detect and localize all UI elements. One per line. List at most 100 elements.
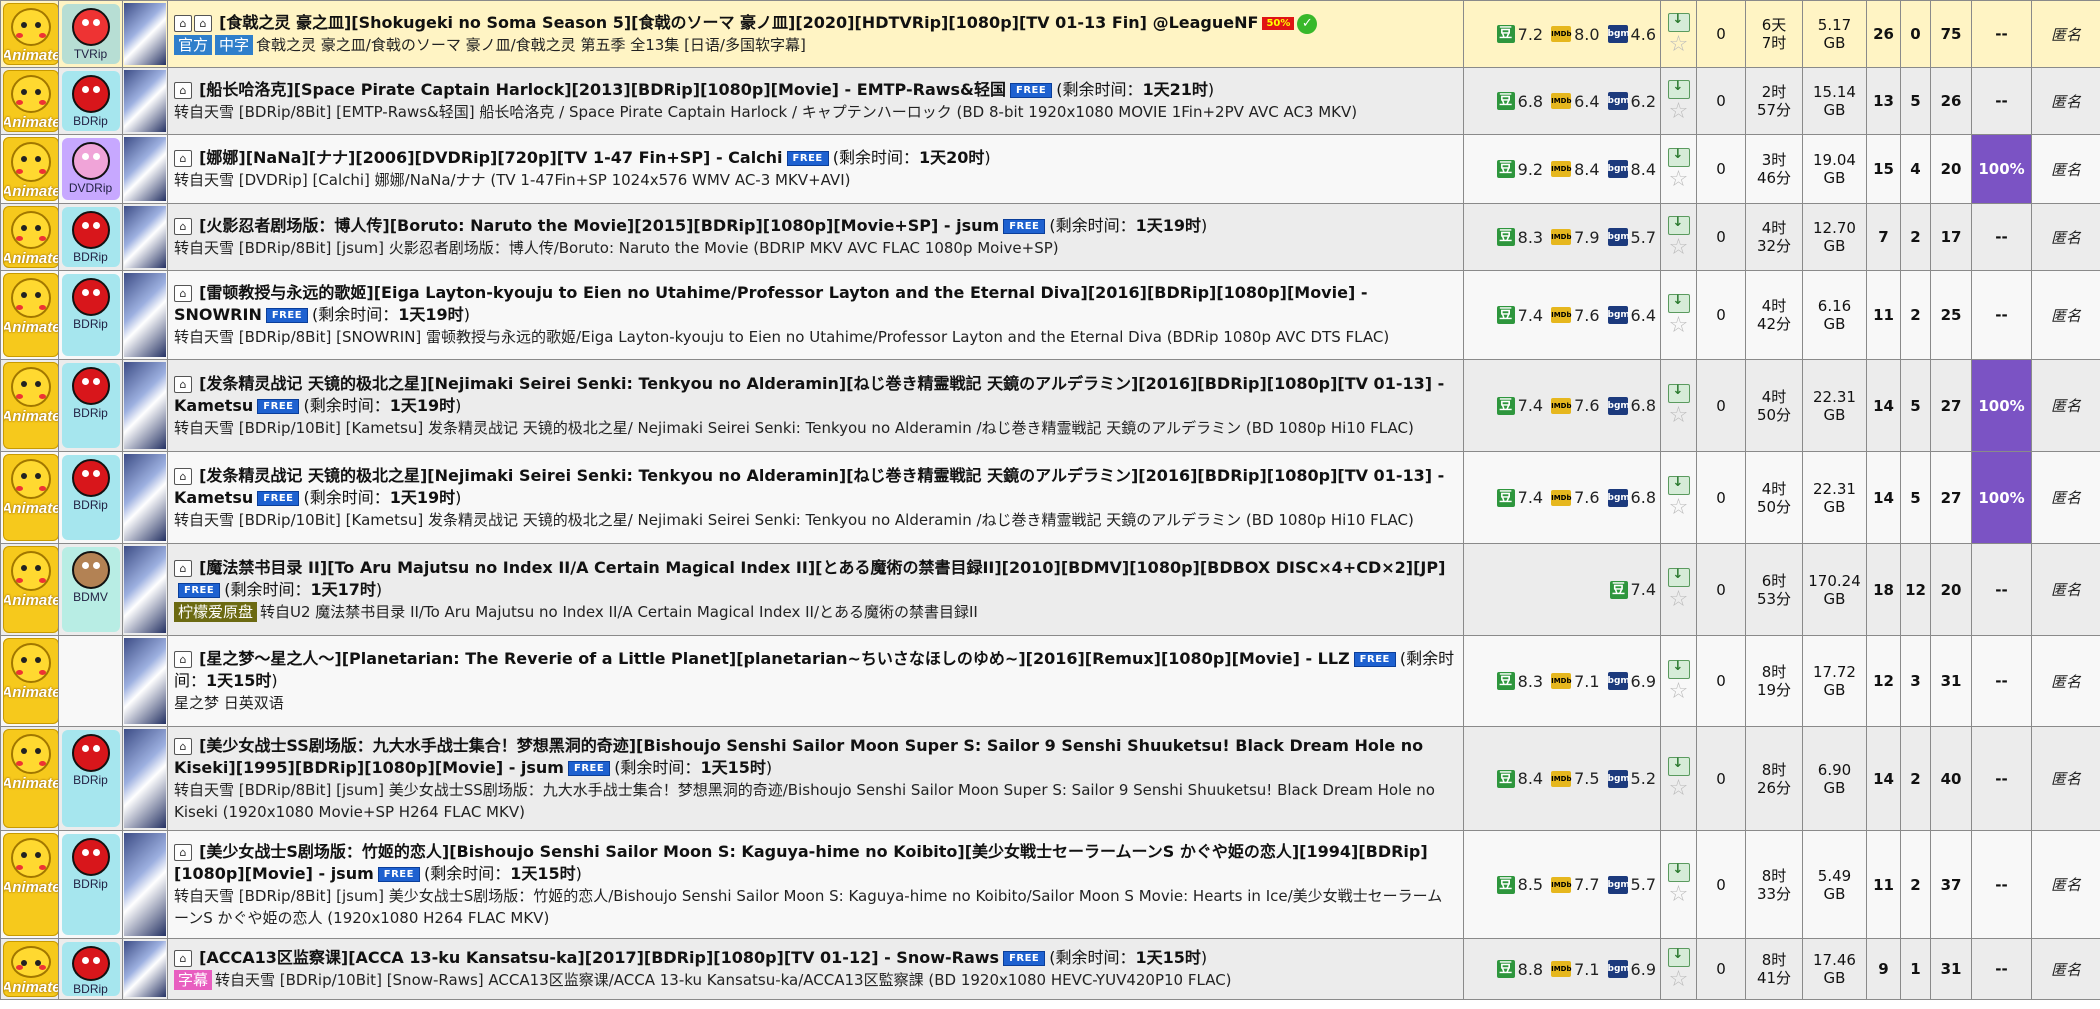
bookmark-star-icon[interactable]: ☆	[1662, 314, 1696, 337]
source-badge[interactable]: BDRip	[61, 730, 120, 827]
douban-rating[interactable]: 豆 8.3	[1496, 228, 1543, 247]
category-badge[interactable]: Animate	[3, 70, 58, 132]
imdb-rating[interactable]: IMDb 7.9	[1551, 228, 1600, 247]
table-row[interactable]: Animate BDRip ⌂ [ACCA13区监察课][ACCA 13-ku …	[0, 938, 2100, 1000]
category-cell[interactable]: Animate	[0, 270, 59, 360]
seeders-count[interactable]: 14	[1866, 359, 1901, 452]
comments-count[interactable]: 0	[1696, 270, 1746, 360]
seeders-count[interactable]: 13	[1866, 67, 1901, 135]
category-badge[interactable]: Animate	[3, 362, 58, 449]
source-badge[interactable]: BDMV	[61, 547, 120, 632]
download-icon[interactable]	[1667, 383, 1690, 403]
completed-count[interactable]: 17	[1930, 203, 1972, 271]
seeders-count[interactable]: 26	[1866, 0, 1901, 68]
table-row[interactable]: Animate BDRip ⌂ [火影忍者剧场版：博人传][Boruto: Na…	[0, 203, 2100, 271]
home-icon[interactable]: ⌂	[174, 82, 192, 99]
category-badge[interactable]: Animate	[3, 546, 58, 633]
bookmark-star-icon[interactable]: ☆	[1662, 884, 1696, 906]
leechers-count[interactable]: 2	[1900, 726, 1931, 831]
table-row[interactable]: Animate BDRip ⌂ [发条精灵战记 天镜的极北之星][Nejimak…	[0, 451, 2100, 544]
category-cell[interactable]: Animate	[0, 726, 59, 831]
category-badge[interactable]: Animate	[3, 729, 58, 828]
poster-thumbnail[interactable]	[124, 3, 166, 65]
leechers-count[interactable]: 12	[1900, 543, 1931, 636]
comments-count[interactable]: 0	[1696, 451, 1746, 544]
torrent-title-link[interactable]: [娜娜][NaNa][ナナ][2006][DVDRip][720p][TV 1-…	[199, 148, 782, 167]
completed-count[interactable]: 37	[1930, 830, 1972, 939]
category-badge[interactable]: Animate	[3, 273, 58, 357]
bookmark-star-icon[interactable]: ☆	[1662, 405, 1696, 427]
comments-count[interactable]: 0	[1696, 830, 1746, 939]
source-badge[interactable]: BDRip	[61, 455, 120, 540]
bookmark-star-icon[interactable]: ☆	[1662, 168, 1696, 191]
bangumi-rating[interactable]: bgm 6.4	[1607, 306, 1656, 325]
poster-thumbnail[interactable]	[124, 70, 166, 132]
bangumi-rating[interactable]: bgm 5.2	[1607, 769, 1656, 788]
table-row[interactable]: Animate BDRip ⌂ [雷顿教授与永远的歌姬][Eiga Layton…	[0, 270, 2100, 360]
home-icon[interactable]: ⌂	[174, 737, 192, 755]
home-icon[interactable]: ⌂	[174, 467, 192, 485]
completed-count[interactable]: 20	[1930, 543, 1972, 636]
comments-count[interactable]: 0	[1696, 938, 1746, 1000]
comments-count[interactable]: 0	[1696, 203, 1746, 271]
download-icon[interactable]	[1667, 79, 1690, 99]
leechers-count[interactable]: 5	[1900, 67, 1931, 135]
poster-thumbnail[interactable]	[124, 638, 166, 724]
table-row[interactable]: Animate BDRip ⌂ [美少女战士SS剧场版：九大水手战士集合！梦想黑…	[0, 726, 2100, 831]
seeders-count[interactable]: 11	[1866, 830, 1901, 939]
bangumi-rating[interactable]: bgm 6.8	[1607, 488, 1656, 507]
leechers-count[interactable]: 0	[1900, 0, 1931, 68]
download-icon[interactable]	[1667, 147, 1690, 167]
source-badge[interactable]: BDRip	[61, 834, 120, 935]
poster-thumbnail[interactable]	[124, 206, 166, 268]
category-badge[interactable]: Animate	[3, 206, 58, 268]
comments-count[interactable]: 0	[1696, 0, 1746, 68]
douban-rating[interactable]: 豆 7.4	[1496, 306, 1543, 325]
table-row[interactable]: Animate BDRip ⌂ [船长哈洛克][Space Pirate Cap…	[0, 67, 2100, 135]
category-cell[interactable]: Animate	[0, 67, 59, 135]
table-row[interactable]: Animate BDMV ⌂ [魔法禁书目录 II][To Aru Majuts…	[0, 543, 2100, 636]
completed-count[interactable]: 26	[1930, 67, 1972, 135]
torrent-title-link[interactable]: [魔法禁书目录 II][To Aru Majutsu no Index II/A…	[199, 558, 1445, 577]
comments-count[interactable]: 0	[1696, 134, 1746, 204]
bookmark-star-icon[interactable]: ☆	[1662, 968, 1696, 991]
category-cell[interactable]: Animate	[0, 203, 59, 271]
douban-rating[interactable]: 豆 7.4	[1609, 580, 1656, 599]
home-icon[interactable]: ⌂	[174, 285, 192, 302]
download-icon[interactable]	[1667, 659, 1690, 679]
source-badge[interactable]: BDRip	[61, 363, 120, 448]
bookmark-star-icon[interactable]: ☆	[1662, 778, 1696, 800]
leechers-count[interactable]: 1	[1900, 938, 1931, 1000]
seeders-count[interactable]: 15	[1866, 134, 1901, 204]
torrent-title-link[interactable]: [美少女战士SS剧场版：九大水手战士集合！梦想黑洞的奇迹][Bishoujo S…	[174, 736, 1423, 777]
bangumi-rating[interactable]: bgm 5.7	[1607, 228, 1656, 247]
imdb-rating[interactable]: IMDb 8.4	[1551, 160, 1600, 179]
poster-thumbnail[interactable]	[124, 546, 166, 633]
category-cell[interactable]: Animate	[0, 830, 59, 939]
torrent-title-link[interactable]: [星之梦～星之人～][Planetarian: The Reverie of a…	[199, 649, 1350, 668]
douban-rating[interactable]: 豆 9.2	[1496, 160, 1543, 179]
home-icon[interactable]: ⌂	[174, 843, 192, 861]
poster-thumbnail[interactable]	[124, 941, 166, 997]
douban-rating[interactable]: 豆 7.2	[1496, 25, 1543, 44]
bookmark-star-icon[interactable]: ☆	[1662, 33, 1696, 56]
table-row[interactable]: Animate DVDRip ⌂ [娜娜][NaNa][ナナ][2006][DV…	[0, 134, 2100, 204]
home-icon[interactable]: ⌂	[174, 150, 192, 167]
category-badge[interactable]: Animate	[3, 833, 58, 936]
torrent-title-link[interactable]: [船长哈洛克][Space Pirate Captain Harlock][20…	[199, 80, 1006, 99]
completed-count[interactable]: 20	[1930, 134, 1972, 204]
leechers-count[interactable]: 4	[1900, 134, 1931, 204]
table-row[interactable]: Animate ⌂ [星之梦～星之人～][Planetarian: The Re…	[0, 635, 2100, 727]
completed-count[interactable]: 27	[1930, 451, 1972, 544]
poster-thumbnail[interactable]	[124, 454, 166, 541]
poster-thumbnail[interactable]	[124, 137, 166, 201]
seeders-count[interactable]: 12	[1866, 635, 1901, 727]
home-icon[interactable]: ⌂	[174, 375, 192, 393]
poster-thumbnail[interactable]	[124, 729, 166, 828]
download-icon[interactable]	[1667, 475, 1690, 495]
imdb-rating[interactable]: IMDb 7.5	[1551, 769, 1600, 788]
torrent-title-link[interactable]: [火影忍者剧场版：博人传][Boruto: Naruto the Movie][…	[199, 216, 999, 235]
category-badge[interactable]: Animate	[3, 638, 58, 724]
seeders-count[interactable]: 11	[1866, 270, 1901, 360]
category-badge[interactable]: Animate	[3, 3, 58, 65]
